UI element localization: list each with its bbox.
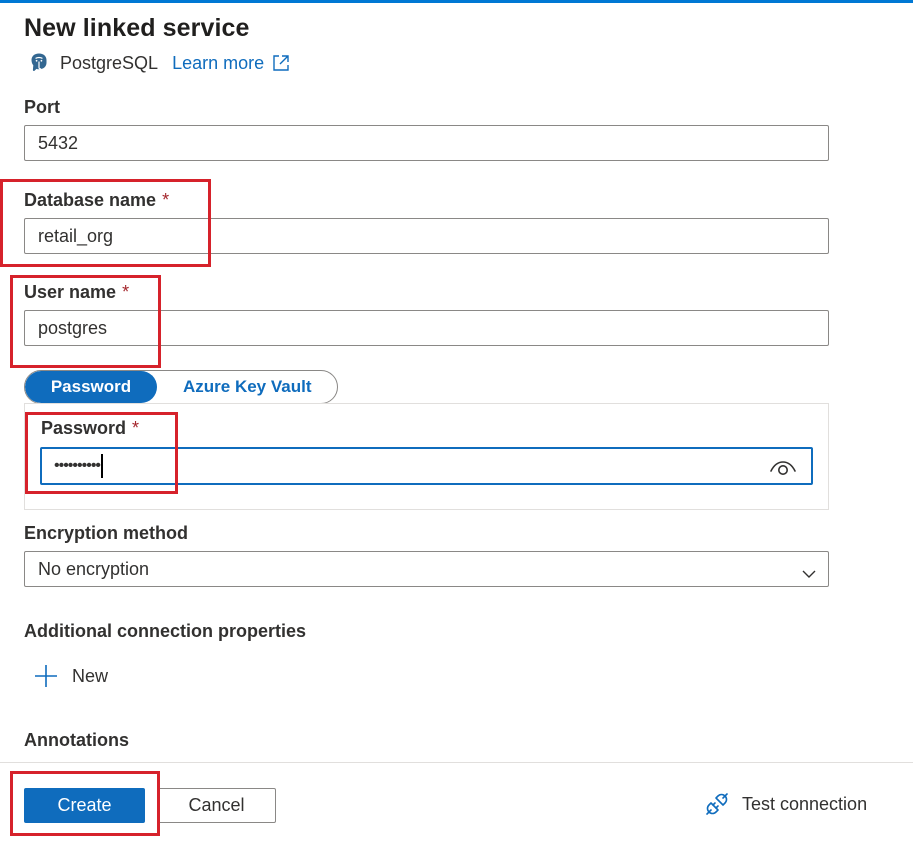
plus-icon xyxy=(34,664,58,688)
database-name-value: retail_org xyxy=(38,225,114,246)
add-property-button[interactable]: New xyxy=(34,664,108,688)
port-label: Port xyxy=(24,97,60,117)
annotations-label: Annotations xyxy=(24,730,129,750)
user-name-value: postgres xyxy=(38,317,108,338)
additional-properties-label: Additional connection properties xyxy=(24,621,307,641)
password-label-text: Password xyxy=(41,418,127,438)
user-name-label-text: User name xyxy=(24,282,117,302)
auth-type-toggle: Password Azure Key Vault xyxy=(24,370,338,404)
add-property-label: New xyxy=(72,665,109,686)
postgresql-elephant-icon xyxy=(28,52,50,74)
user-name-input[interactable]: postgres xyxy=(24,310,829,346)
connector-name: PostgreSQL xyxy=(60,52,159,73)
port-input[interactable]: 5432 xyxy=(24,125,829,161)
connector-info-row: PostgreSQL Learn more xyxy=(28,50,290,76)
chevron-down-icon xyxy=(802,563,816,578)
required-asterisk: * xyxy=(132,418,140,438)
cancel-button[interactable]: Cancel xyxy=(157,788,276,823)
panel-title: New linked service xyxy=(24,14,250,42)
toggle-password-option[interactable]: Password xyxy=(25,371,157,403)
encryption-method-dropdown[interactable]: No encryption xyxy=(24,551,829,587)
required-asterisk: * xyxy=(122,282,130,302)
encryption-method-value: No encryption xyxy=(38,558,150,579)
create-button[interactable]: Create xyxy=(24,788,145,823)
learn-more-link[interactable]: Learn more xyxy=(172,53,290,74)
test-connection-button[interactable]: Test connection xyxy=(704,791,867,817)
user-name-label: User name * xyxy=(24,282,129,303)
footer-divider xyxy=(0,762,913,763)
password-input[interactable]: •••••••••• xyxy=(40,447,813,485)
toggle-azure-key-vault-option[interactable]: Azure Key Vault xyxy=(183,377,312,397)
password-masked-value: •••••••••• xyxy=(54,457,101,474)
port-value: 5432 xyxy=(38,132,79,153)
external-link-icon xyxy=(272,54,290,72)
required-asterisk: * xyxy=(162,190,170,210)
database-name-input[interactable]: retail_org xyxy=(24,218,829,254)
database-name-label-text: Database name xyxy=(24,190,157,210)
top-accent-bar xyxy=(0,0,913,3)
learn-more-label: Learn more xyxy=(172,52,265,73)
database-name-label: Database name * xyxy=(24,190,169,211)
encryption-method-label: Encryption method xyxy=(24,523,189,543)
password-label: Password * xyxy=(41,418,139,439)
text-caret xyxy=(101,454,104,478)
test-connection-label: Test connection xyxy=(742,793,868,814)
plug-connection-icon xyxy=(704,791,730,817)
eye-icon[interactable] xyxy=(769,457,797,477)
